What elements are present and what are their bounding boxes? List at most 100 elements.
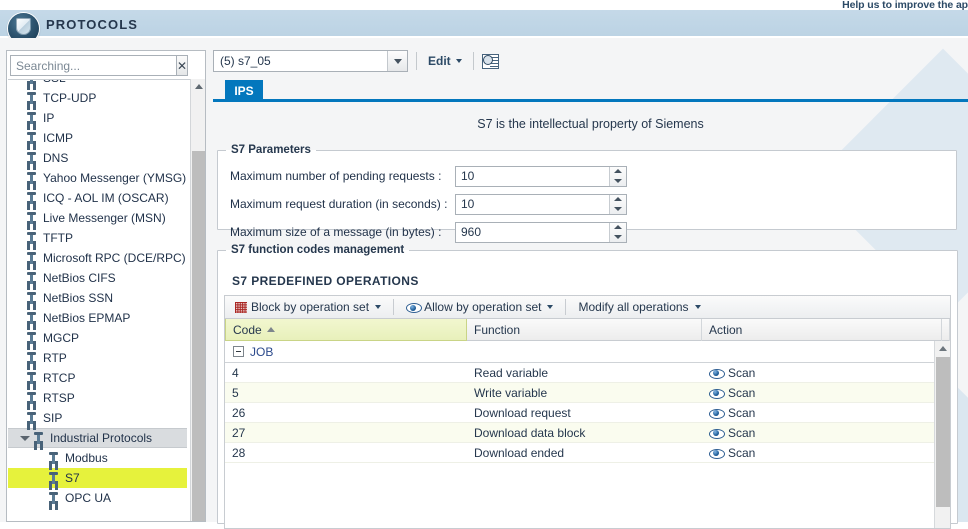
- modify-all-operations-button[interactable]: Modify all operations: [574, 300, 704, 314]
- stepper-down-icon[interactable]: [610, 204, 626, 214]
- stepper-buttons[interactable]: [609, 194, 626, 214]
- chevron-down-icon: [375, 305, 382, 309]
- edit-button[interactable]: Edit: [425, 52, 465, 70]
- clear-search-button[interactable]: ✕: [176, 55, 189, 76]
- allow-by-operation-set-button[interactable]: Allow by operation set: [402, 300, 557, 314]
- sidebar-item-microsoft-rpc-dce-rpc[interactable]: Microsoft RPC (DCE/RPC): [8, 248, 187, 268]
- table-row[interactable]: 4 Read variable Scan: [225, 363, 950, 383]
- sidebar-item-icmp[interactable]: ICMP: [8, 128, 187, 148]
- parameter-stepper[interactable]: [455, 193, 627, 215]
- sidebar-item-tcp-udp[interactable]: TCP-UDP: [8, 88, 187, 108]
- sidebar-item-rtsp[interactable]: RTSP: [8, 388, 187, 408]
- sidebar-item-label: TFTP: [43, 231, 73, 245]
- eye-icon: [709, 368, 725, 379]
- grid-scroll-thumb[interactable]: [936, 357, 950, 507]
- grid-header-row: Code Function Action: [225, 319, 950, 341]
- parameter-label: Maximum size of a message (in bytes) :: [230, 225, 442, 239]
- sidebar-item-label: Industrial Protocols: [50, 431, 153, 445]
- stepper-down-icon[interactable]: [610, 176, 626, 186]
- sidebar-item-live-messenger-msn[interactable]: Live Messenger (MSN): [8, 208, 187, 228]
- sidebar-item-netbios-cifs[interactable]: NetBios CIFS: [8, 268, 187, 288]
- protocol-icon: [26, 131, 37, 145]
- sidebar-item-opc-ua[interactable]: OPC UA: [8, 488, 187, 508]
- operations-grid: Code Function Action JOB 4 Read variable…: [224, 319, 951, 529]
- sidebar-item-dns[interactable]: DNS: [8, 148, 187, 168]
- stepper-up-icon[interactable]: [610, 167, 626, 177]
- sidebar-item-ip[interactable]: IP: [8, 108, 187, 128]
- parameter-row: Maximum size of a message (in bytes) :: [218, 220, 956, 244]
- sidebar-item-yahoo-messenger-ymsg[interactable]: Yahoo Messenger (YMSG): [8, 168, 187, 188]
- parameter-input[interactable]: [456, 222, 606, 242]
- chevron-down-icon[interactable]: [20, 432, 32, 444]
- protocol-icon: [48, 471, 59, 485]
- sidebar-item-ssl[interactable]: SSL: [8, 80, 187, 88]
- parameter-input[interactable]: [456, 194, 606, 214]
- cell-action[interactable]: Scan: [702, 406, 942, 420]
- chevron-down-icon: [694, 305, 701, 309]
- sidebar-item-mgcp[interactable]: MGCP: [8, 328, 187, 348]
- history-log-icon[interactable]: [481, 53, 499, 69]
- sidebar-item-label: MGCP: [43, 331, 79, 345]
- table-row[interactable]: 26 Download request Scan: [225, 403, 950, 423]
- chevron-down-icon: [455, 59, 462, 63]
- protocol-icon: [26, 411, 37, 425]
- column-header-code[interactable]: Code: [225, 319, 467, 341]
- tab-ips[interactable]: IPS: [225, 80, 263, 102]
- sidebar-item-label: ICMP: [43, 131, 73, 145]
- table-row[interactable]: 27 Download data block Scan: [225, 423, 950, 443]
- chevron-down-icon[interactable]: [387, 51, 407, 71]
- profile-select[interactable]: (5) s7_05: [213, 50, 408, 72]
- main-panel: (5) s7_05 Edit IPS S7 is the intellectua…: [213, 38, 968, 529]
- sidebar-item-rtp[interactable]: RTP: [8, 348, 187, 368]
- cell-action[interactable]: Scan: [702, 426, 942, 440]
- siemens-notice: S7 is the intellectual property of Sieme…: [477, 117, 704, 131]
- sidebar-item-rtcp[interactable]: RTCP: [8, 368, 187, 388]
- sidebar-item-icq-aol-im-oscar[interactable]: ICQ - AOL IM (OSCAR): [8, 188, 187, 208]
- column-header-action-label: Action: [709, 323, 743, 337]
- profile-select-value: (5) s7_05: [220, 54, 271, 68]
- collapse-icon[interactable]: [233, 346, 244, 357]
- sidebar-item-s7[interactable]: S7: [8, 468, 187, 488]
- scroll-up-arrow-icon[interactable]: [191, 79, 206, 93]
- block-by-operation-set-label: Block by operation set: [251, 300, 370, 314]
- grid-scrollbar[interactable]: [934, 341, 950, 528]
- stepper-buttons[interactable]: [609, 222, 626, 242]
- cell-action[interactable]: Scan: [702, 446, 942, 460]
- column-header-function-label: Function: [474, 323, 521, 337]
- search-input[interactable]: [10, 55, 176, 76]
- stepper-buttons[interactable]: [609, 166, 626, 186]
- parameter-stepper[interactable]: [455, 221, 627, 243]
- table-row[interactable]: 5 Write variable Scan: [225, 383, 950, 403]
- action-label: Scan: [728, 445, 756, 460]
- column-header-action[interactable]: Action: [702, 319, 942, 341]
- sidebar-item-label: IP: [43, 111, 55, 125]
- grid-group-row-job[interactable]: JOB: [225, 341, 950, 363]
- protocol-icon: [26, 331, 37, 345]
- sidebar-item-modbus[interactable]: Modbus: [8, 448, 187, 468]
- sidebar-item-netbios-ssn[interactable]: NetBios SSN: [8, 288, 187, 308]
- block-grid-icon: [235, 301, 247, 313]
- protocol-icon: [33, 431, 44, 445]
- sidebar-item-tftp[interactable]: TFTP: [8, 228, 187, 248]
- sidebar-item-netbios-epmap[interactable]: NetBios EPMAP: [8, 308, 187, 328]
- block-by-operation-set-button[interactable]: Block by operation set: [231, 300, 385, 314]
- stepper-down-icon[interactable]: [610, 232, 626, 242]
- stepper-up-icon[interactable]: [610, 195, 626, 205]
- sidebar-item-sip[interactable]: SIP: [8, 408, 187, 428]
- scroll-up-arrow-icon[interactable]: [935, 341, 950, 355]
- stepper-up-icon[interactable]: [610, 223, 626, 233]
- table-row[interactable]: 28 Download ended Scan: [225, 443, 950, 463]
- cell-code: 28: [232, 445, 246, 460]
- protocol-icon: [48, 451, 59, 465]
- parameter-label: Maximum number of pending requests :: [230, 169, 442, 183]
- parameter-input[interactable]: [456, 166, 606, 186]
- column-header-function[interactable]: Function: [467, 319, 702, 341]
- sidebar-scrollbar[interactable]: [190, 79, 205, 521]
- cell-action[interactable]: Scan: [702, 386, 942, 400]
- s7-function-codes-box: S7 function codes management S7 PREDEFIN…: [217, 244, 958, 529]
- parameter-stepper[interactable]: [455, 165, 627, 187]
- cell-code: 26: [232, 405, 246, 420]
- sidebar-item-industrial-protocols[interactable]: Industrial Protocols: [8, 428, 187, 448]
- sidebar-scroll-thumb[interactable]: [192, 151, 205, 521]
- cell-action[interactable]: Scan: [702, 366, 942, 380]
